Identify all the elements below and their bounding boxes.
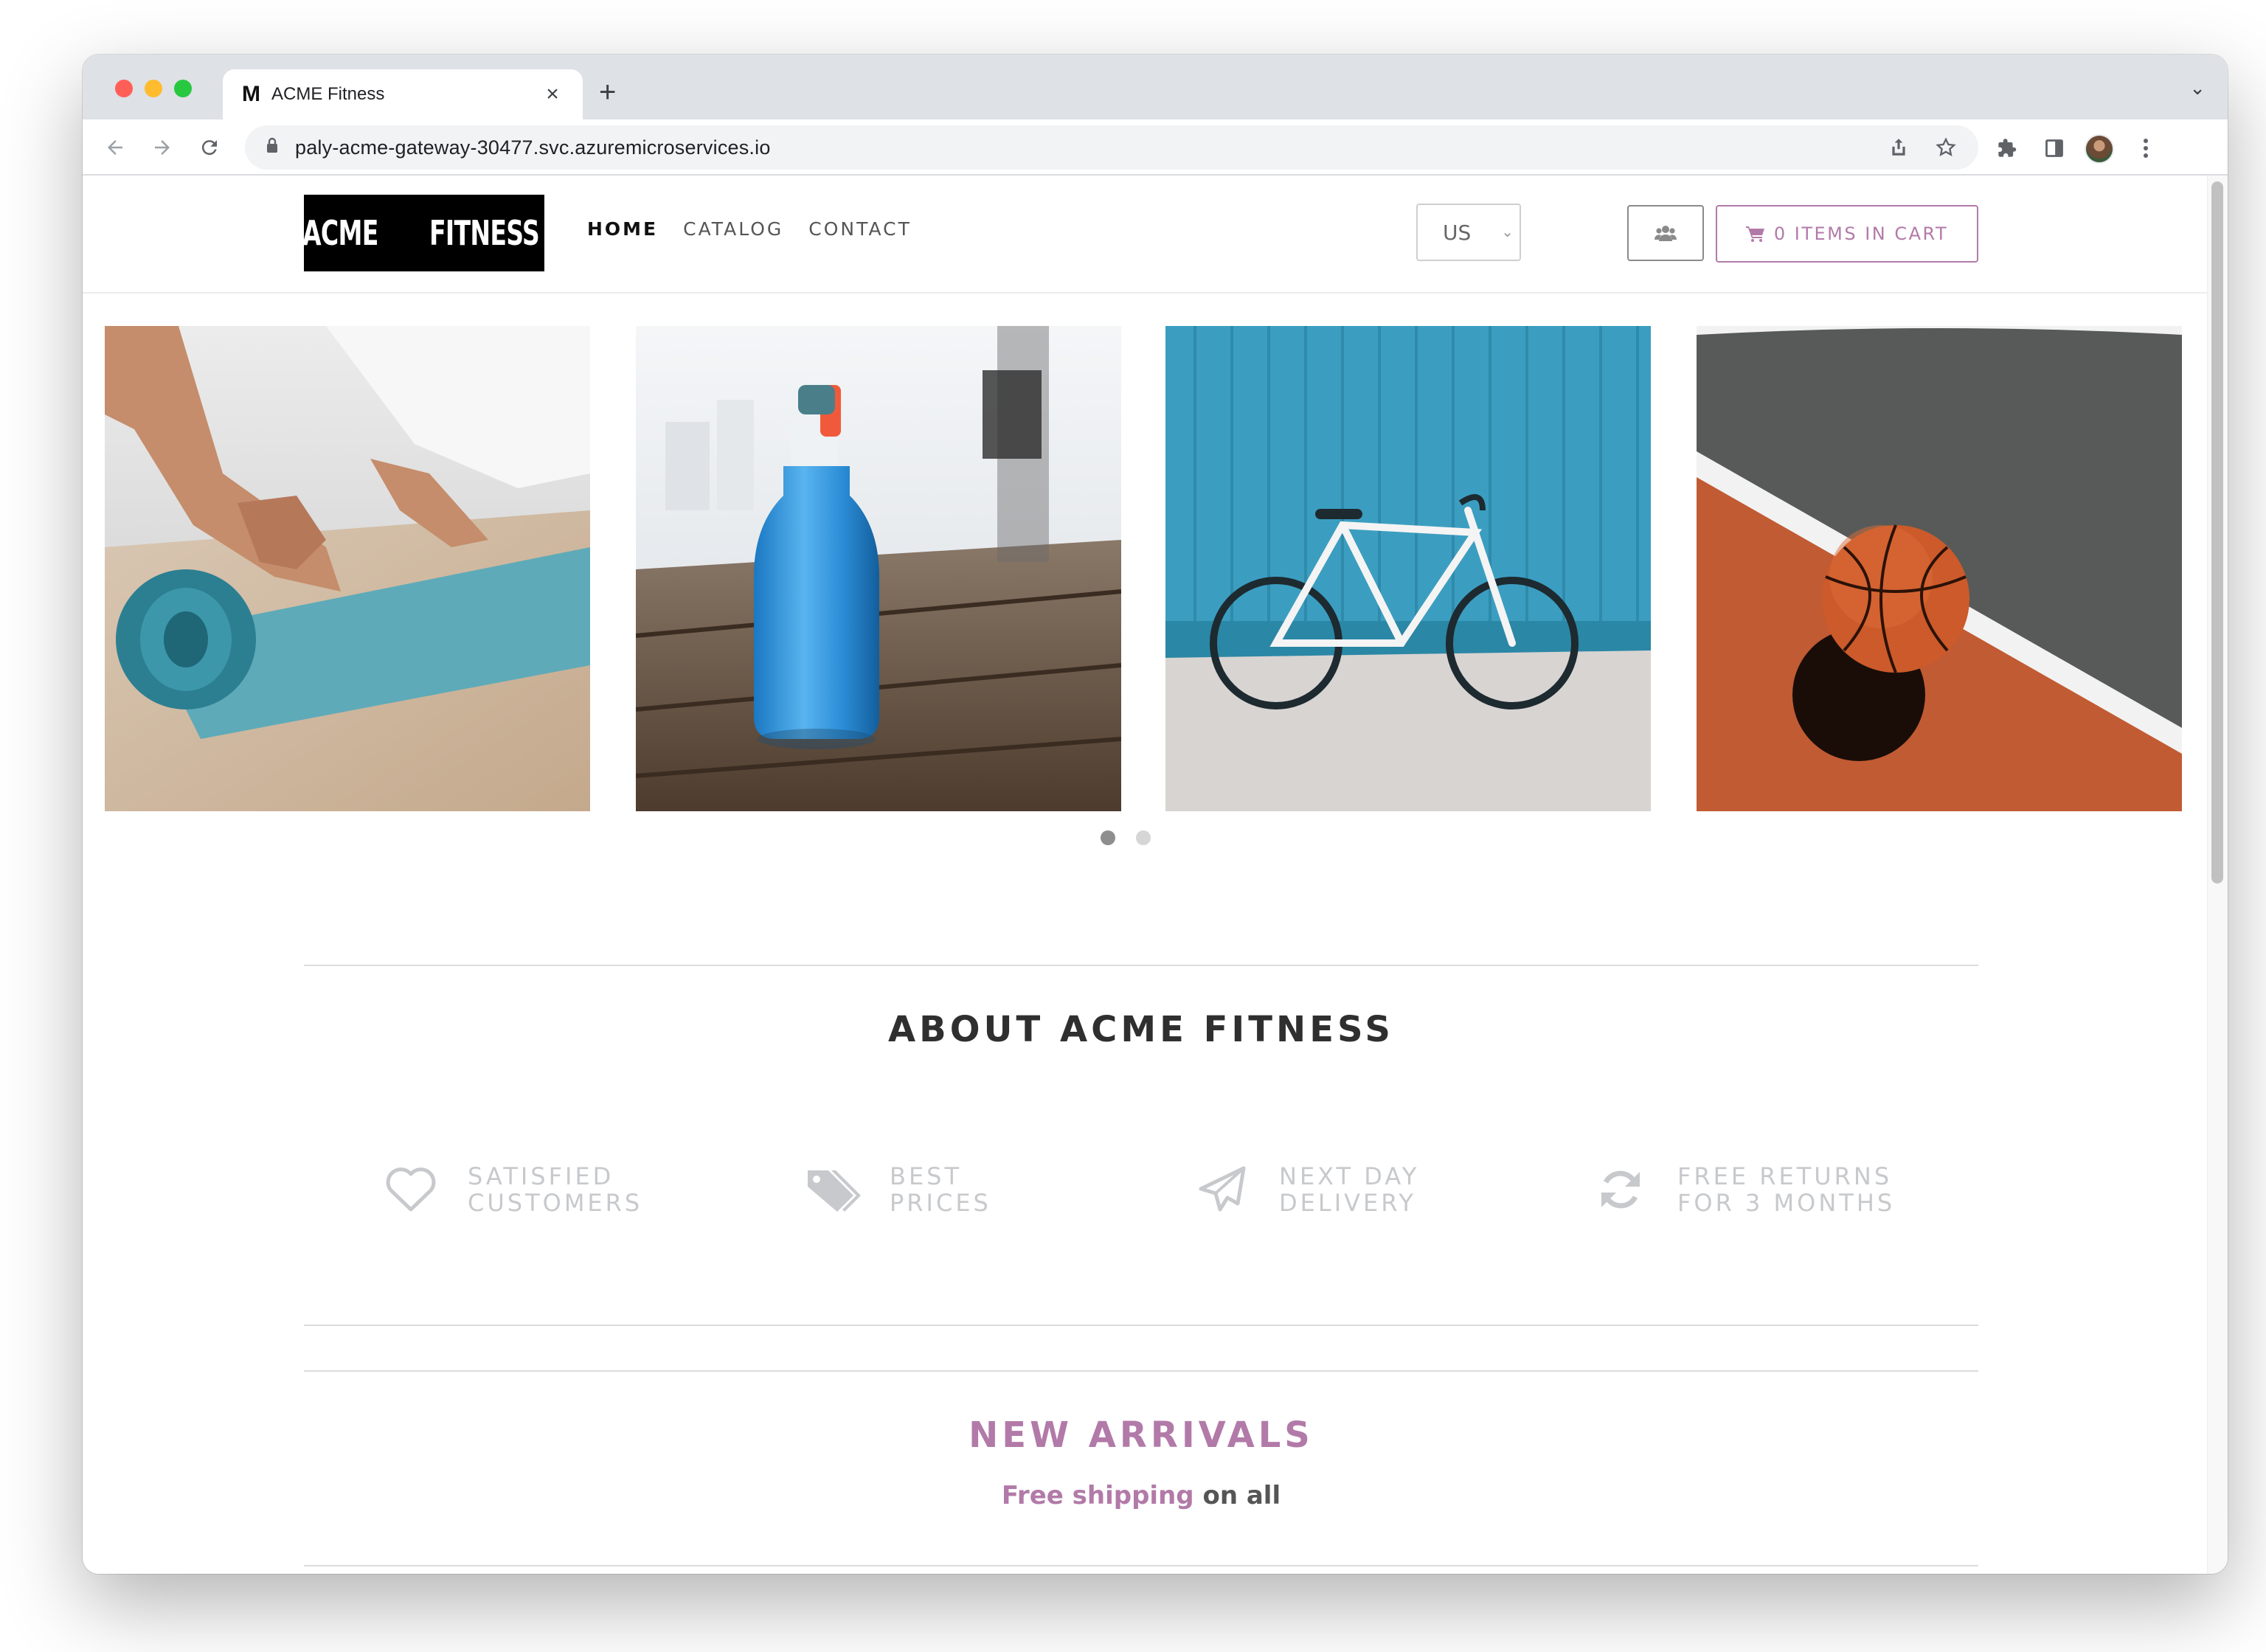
- carousel-dot-1[interactable]: [1101, 830, 1115, 845]
- new-arrivals-subtitle: Free shipping on all: [304, 1481, 1978, 1510]
- water-bottle-image[interactable]: [636, 326, 1121, 811]
- extensions-icon[interactable]: [1995, 136, 2020, 161]
- hero-carousel: [105, 326, 2185, 813]
- browser-toolbar: paly-acme-gateway-30477.svc.azuremicrose…: [83, 119, 2228, 176]
- section-divider: [304, 1565, 1978, 1566]
- feature-best-prices: BEST PRICES: [800, 1156, 991, 1223]
- feature-satisfied-customers: SATISFIED CUSTOMERS: [378, 1156, 642, 1223]
- free-shipping-highlight: Free shipping: [1001, 1481, 1194, 1510]
- yoga-mat-image[interactable]: [105, 326, 590, 811]
- nav-contact[interactable]: CONTACT: [808, 218, 912, 240]
- country-select-value: US: [1443, 220, 1472, 245]
- refresh-icon: [1587, 1164, 1654, 1215]
- tab-list-chevron-icon[interactable]: ⌄: [2189, 77, 2206, 100]
- tab-strip: M ACME Fitness × + ⌄: [83, 55, 2228, 119]
- share-icon[interactable]: [1887, 136, 1910, 159]
- close-window-button[interactable]: [115, 80, 133, 97]
- section-divider: [304, 1325, 1978, 1326]
- acme-fitness-logo[interactable]: ACME FITNESS: [302, 195, 544, 271]
- new-arrivals-title: NEW ARRIVALS: [969, 1415, 1314, 1456]
- section-divider: [304, 1370, 1978, 1372]
- back-icon[interactable]: [97, 130, 133, 165]
- web-page: ACME FITNESS HOME CATALOG CONTACT US ⌄ 0…: [83, 176, 2228, 1574]
- users-icon: [1655, 226, 1677, 241]
- maximize-window-button[interactable]: [174, 80, 192, 97]
- heart-icon: [378, 1164, 444, 1215]
- nav-catalog[interactable]: CATALOG: [683, 218, 783, 240]
- profile-avatar[interactable]: [2085, 134, 2114, 164]
- subtitle-rest: on all: [1193, 1481, 1281, 1510]
- menu-kebab-icon[interactable]: [2133, 136, 2158, 161]
- side-panel-icon[interactable]: [2042, 136, 2067, 161]
- shopping-cart-icon: [1745, 226, 1764, 242]
- browser-tab[interactable]: M ACME Fitness ×: [223, 69, 583, 119]
- feature-text: SATISFIED CUSTOMERS: [468, 1162, 643, 1217]
- reload-icon[interactable]: [192, 130, 227, 165]
- url-text: paly-acme-gateway-30477.svc.azuremicrose…: [295, 136, 771, 159]
- tab-title: ACME Fitness: [271, 84, 385, 104]
- nav-home[interactable]: HOME: [587, 218, 658, 240]
- basketball-image[interactable]: [1697, 326, 2182, 811]
- tags-icon: [800, 1164, 866, 1215]
- minimize-window-button[interactable]: [145, 80, 162, 97]
- address-bar[interactable]: paly-acme-gateway-30477.svc.azuremicrose…: [245, 125, 1978, 170]
- lock-icon[interactable]: [266, 137, 295, 158]
- feature-text: NEXT DAY DELIVERY: [1279, 1162, 1420, 1217]
- cart-button[interactable]: 0 ITEMS IN CART: [1716, 205, 1978, 263]
- favicon-icon: M: [242, 82, 260, 106]
- site-header: ACME FITNESS HOME CATALOG CONTACT US ⌄ 0…: [83, 176, 2207, 294]
- feature-text: FREE RETURNS FOR 3 MONTHS: [1677, 1162, 1896, 1217]
- feature-text: BEST PRICES: [890, 1162, 991, 1217]
- country-select[interactable]: US ⌄: [1416, 204, 1521, 261]
- about-title: ABOUT ACME FITNESS: [888, 1009, 1394, 1050]
- feature-free-returns: FREE RETURNS FOR 3 MONTHS: [1587, 1156, 1895, 1223]
- scrollbar-thumb[interactable]: [2211, 181, 2223, 884]
- chevron-down-icon: ⌄: [1501, 223, 1514, 240]
- carousel-dots: [1101, 830, 1151, 845]
- page-scrollbar[interactable]: [2207, 176, 2228, 1574]
- carousel-dot-2[interactable]: [1136, 830, 1151, 845]
- user-account-button[interactable]: [1627, 205, 1704, 261]
- logo-text-left: ACME: [302, 213, 378, 253]
- cart-count-label: 0 ITEMS IN CART: [1773, 223, 1949, 244]
- browser-window: M ACME Fitness × + ⌄ paly-acme-gateway-3…: [83, 55, 2228, 1574]
- logo-text-right: FITNESS: [429, 213, 540, 253]
- close-tab-icon[interactable]: ×: [541, 82, 564, 107]
- new-tab-button[interactable]: +: [599, 74, 616, 111]
- paper-plane-icon: [1189, 1164, 1255, 1215]
- feature-next-day-delivery: NEXT DAY DELIVERY: [1189, 1156, 1419, 1223]
- bookmark-star-icon[interactable]: [1934, 136, 1958, 159]
- bicycle-image[interactable]: [1165, 326, 1651, 811]
- section-divider: [304, 965, 1978, 966]
- forward-icon[interactable]: [145, 130, 180, 165]
- main-nav: HOME CATALOG CONTACT: [587, 218, 912, 240]
